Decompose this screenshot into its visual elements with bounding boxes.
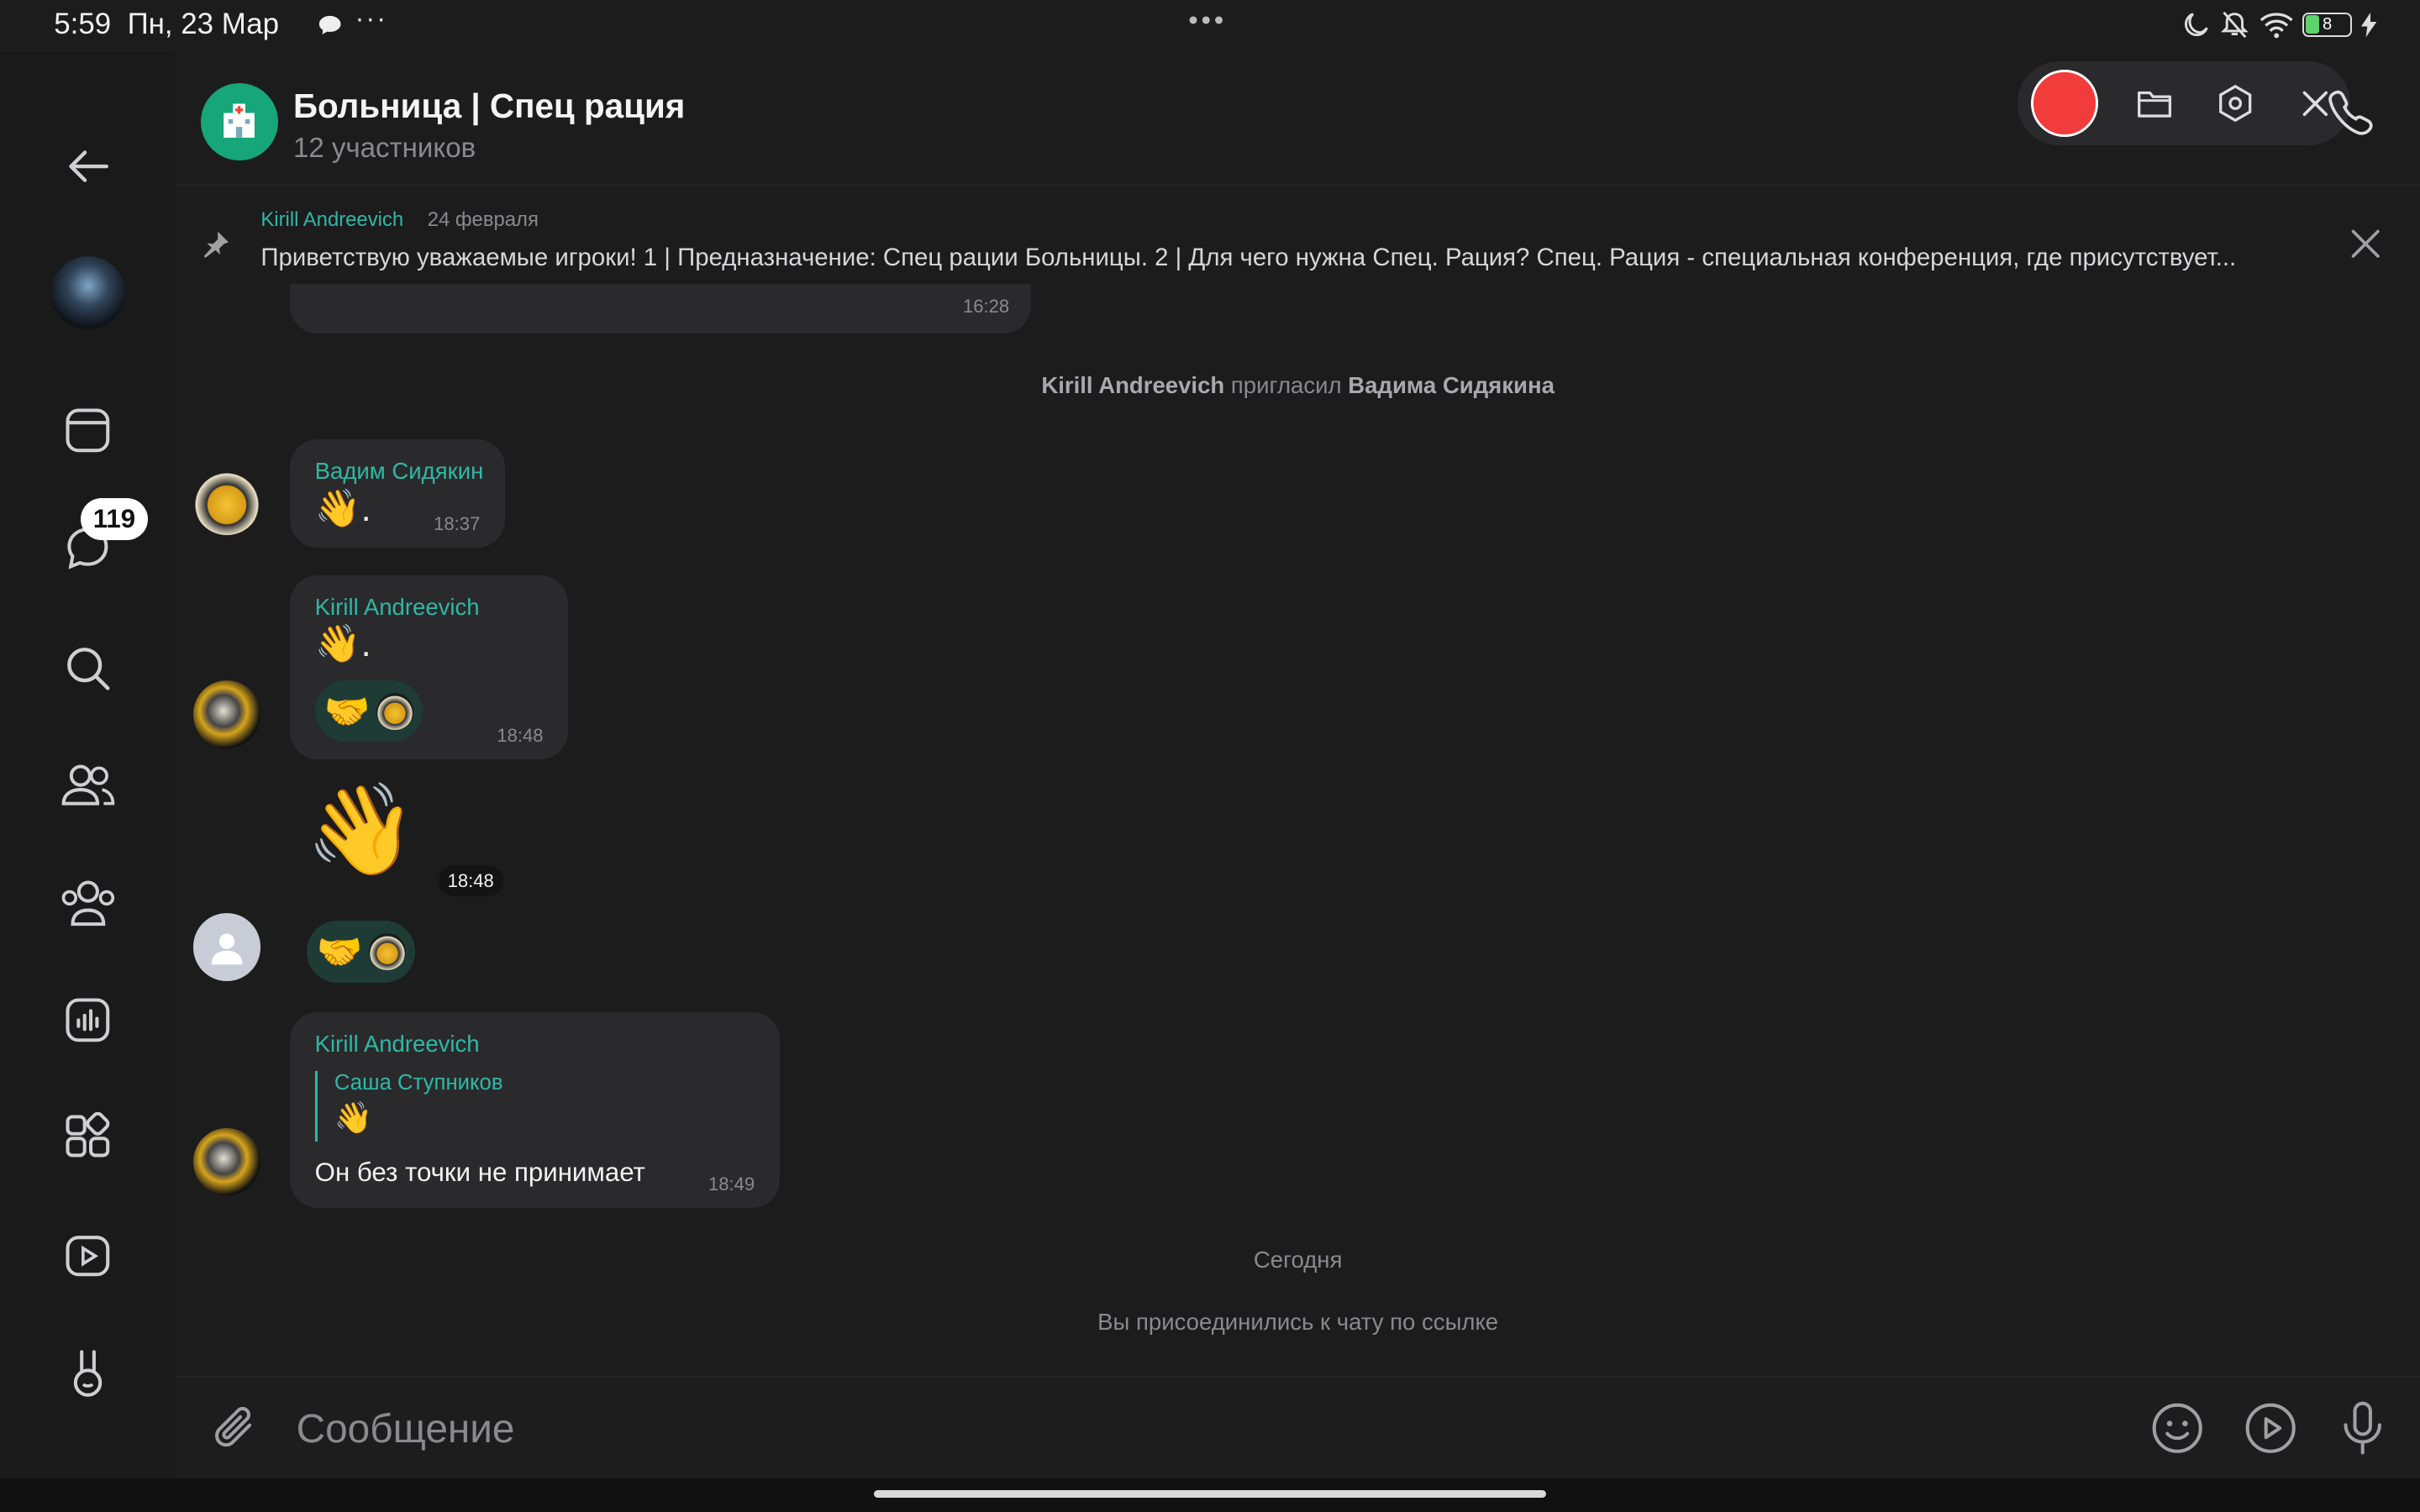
contacts-icon[interactable] xyxy=(59,756,118,815)
service-message-joined: Вы присоединились к чату по ссылке xyxy=(1097,1308,1499,1335)
services-icon[interactable] xyxy=(59,1108,118,1167)
reaction-emoji: 🤝 xyxy=(316,932,363,974)
pinned-text: Приветствую уважаемые игроки! 1 | Предна… xyxy=(260,244,2237,272)
wifi-icon xyxy=(2260,13,2293,39)
message-bubble[interactable]: Вадим Сидякин 👋. 18:37 xyxy=(290,439,505,548)
profile-avatar[interactable] xyxy=(50,255,125,331)
reaction-emoji: 🤝 xyxy=(324,690,371,732)
sticker[interactable]: 👋 xyxy=(306,778,418,883)
chat-notification-icon xyxy=(318,14,342,43)
message-bubble[interactable]: 16:28 xyxy=(290,283,1031,333)
message-bubble[interactable]: Kirill Andreevich Саша Ступников 👋 Он бе… xyxy=(290,1011,780,1209)
reply-text: 👋 xyxy=(334,1100,373,1136)
service-message-invite: Kirill Andreevich пригласил Вадима Сидяк… xyxy=(1041,371,1555,398)
video-message-icon[interactable] xyxy=(2244,1402,2296,1454)
sender-name[interactable]: Kirill Andreevich xyxy=(315,1031,480,1058)
message-input[interactable] xyxy=(292,1397,2121,1462)
charging-icon xyxy=(2361,12,2377,38)
message-text: 👋. xyxy=(314,623,371,665)
pinned-message[interactable]: Kirill Andreevich 24 февраля Приветствую… xyxy=(176,186,2420,282)
message-time: 18:48 xyxy=(497,724,544,746)
window-handle-icon[interactable]: ••• xyxy=(1188,5,1227,37)
sender-name[interactable]: Вадим Сидякин xyxy=(315,458,484,485)
reaction-chip[interactable]: 🤝 xyxy=(314,680,423,743)
hospital-icon xyxy=(224,103,255,138)
status-date: Пн, 23 Мар xyxy=(127,8,279,41)
status-bar: 5:59 Пн, 23 Мар ··· ••• 8 xyxy=(0,0,2420,52)
battery-icon: 8 xyxy=(2302,12,2353,38)
search-icon[interactable] xyxy=(59,638,118,697)
close-pinned-icon[interactable] xyxy=(2349,227,2382,267)
stories-icon[interactable] xyxy=(59,402,118,460)
reactor-avatar xyxy=(368,933,406,971)
mute-icon xyxy=(2220,11,2249,39)
moon-icon xyxy=(2184,13,2208,36)
sender-name[interactable]: Kirill Andreevich xyxy=(315,594,480,621)
message-bubble[interactable]: Kirill Andreevich 👋. 🤝 18:48 xyxy=(290,575,568,759)
sticker-time: 18:48 xyxy=(438,865,503,897)
user-placeholder-icon xyxy=(211,933,243,964)
podcasts-icon[interactable] xyxy=(59,990,118,1049)
date-separator: Сегодня xyxy=(1253,1247,1343,1273)
more-notifications-icon: ··· xyxy=(355,3,387,34)
avatar[interactable] xyxy=(192,467,261,536)
message-time: 18:37 xyxy=(434,513,481,535)
pin-icon xyxy=(201,228,232,266)
reaction-chip[interactable]: 🤝 xyxy=(307,921,415,983)
avatar[interactable] xyxy=(192,913,261,982)
back-arrow-icon[interactable] xyxy=(59,137,118,196)
message-list[interactable]: 16:28 Kirill Andreevich пригласил Вадима… xyxy=(176,283,2420,1429)
message-composer xyxy=(176,1376,2420,1479)
record-button[interactable] xyxy=(2031,70,2098,137)
home-indicator[interactable] xyxy=(0,1478,2420,1512)
message-time: 18:49 xyxy=(708,1173,755,1195)
pinned-date: 24 февраля xyxy=(427,207,539,231)
avatar[interactable] xyxy=(192,1127,261,1196)
avatar[interactable] xyxy=(192,680,261,748)
games-icon[interactable] xyxy=(59,1342,118,1401)
chat-title: Больница | Спец рация xyxy=(292,86,686,125)
group-avatar[interactable] xyxy=(200,83,278,160)
folder-icon[interactable] xyxy=(2128,77,2181,129)
clips-icon[interactable] xyxy=(59,1225,118,1284)
sidebar-rail: 119 xyxy=(0,52,176,1478)
screen-recorder-panel xyxy=(2017,61,2351,145)
microphone-icon[interactable] xyxy=(2337,1401,2389,1455)
member-count: 12 участников xyxy=(292,132,476,164)
communities-icon[interactable] xyxy=(59,874,118,932)
call-icon[interactable] xyxy=(2328,87,2374,143)
reactor-avatar xyxy=(376,692,413,730)
settings-icon[interactable] xyxy=(2209,77,2261,129)
chat-window: Больница | Спец рация 12 участников Kiri… xyxy=(176,52,2420,1478)
reply-quote[interactable]: Саша Ступников 👋 xyxy=(314,1070,503,1142)
message-text: Он без точки не принимает xyxy=(314,1157,645,1187)
emoji-icon[interactable] xyxy=(2151,1402,2203,1454)
reply-sender: Саша Ступников xyxy=(334,1070,503,1095)
pinned-author: Kirill Andreevich xyxy=(260,207,404,231)
chat-header[interactable]: Больница | Спец рация 12 участников xyxy=(176,52,2420,186)
message-text: 👋. xyxy=(314,487,371,529)
unread-badge: 119 xyxy=(80,498,149,540)
status-time: 5:59 Пн, 23 Мар xyxy=(54,8,279,41)
attach-icon[interactable] xyxy=(210,1402,262,1454)
message-time: 16:28 xyxy=(963,296,1010,318)
